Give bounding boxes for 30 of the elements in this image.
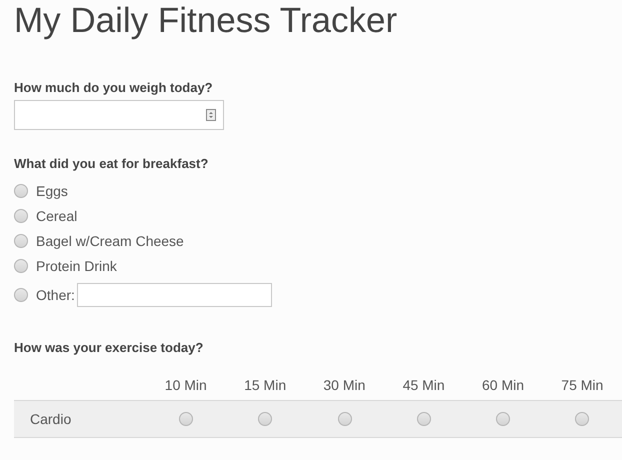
option-label: Eggs	[36, 182, 68, 198]
column-header: 15 Min	[244, 376, 286, 394]
radio-button[interactable]	[179, 412, 194, 426]
question-label: How was your exercise today?	[14, 340, 204, 356]
column-header: 75 Min	[561, 376, 604, 394]
column-header: 45 Min	[402, 376, 445, 394]
radio-button[interactable]	[14, 288, 28, 302]
column-header: 10 Min	[164, 376, 207, 394]
radio-button[interactable]	[14, 234, 28, 248]
number-input-field[interactable]	[14, 100, 224, 130]
radio-button[interactable]	[258, 412, 272, 426]
option-label: Cereal	[36, 208, 78, 224]
radio-button[interactable]	[575, 412, 590, 426]
text-input-field[interactable]	[76, 283, 272, 307]
radio-button[interactable]	[496, 412, 510, 426]
option-label: Protein Drink	[36, 258, 117, 274]
question-label: How much do you weigh today?	[14, 80, 214, 96]
option-label: Bagel w/Cream Cheese	[36, 232, 184, 248]
radio-button[interactable]	[14, 258, 28, 272]
option-label: Other:	[36, 287, 75, 303]
question-label: What did you eat for breakfast?	[14, 156, 210, 172]
page-title: My Daily Fitness Tracker	[14, 0, 398, 42]
column-header: 30 Min	[323, 376, 366, 394]
radio-button[interactable]	[14, 184, 28, 198]
spinner-icon[interactable]	[206, 109, 216, 121]
row-label: Cardio	[30, 410, 72, 426]
radio-button[interactable]	[14, 208, 28, 222]
radio-button[interactable]	[338, 412, 352, 426]
radio-button[interactable]	[416, 412, 431, 426]
column-header: 60 Min	[482, 376, 524, 394]
